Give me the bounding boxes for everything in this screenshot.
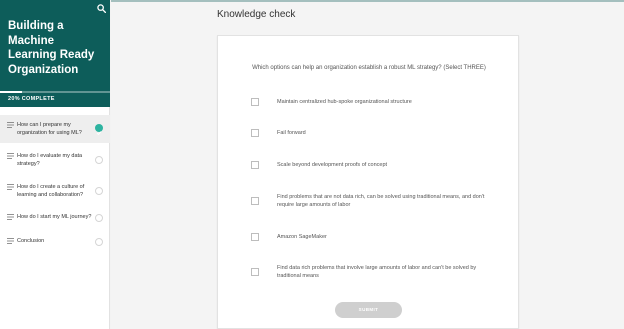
answer-checkbox[interactable] [251, 268, 259, 276]
answer-checkbox[interactable] [251, 233, 259, 241]
lesson-label: Conclusion [17, 238, 45, 244]
progress-bar-fill [0, 91, 22, 93]
answer-option[interactable]: Find problems that are not data rich, ca… [251, 192, 491, 210]
lesson-item-prepare-organization[interactable]: How can I prepare my organization for us… [0, 115, 110, 143]
question-text: Which options can help an organization e… [252, 65, 486, 71]
lesson-list-icon [7, 184, 14, 190]
answer-label: Find data rich problems that involve lar… [277, 265, 477, 279]
answer-checkbox[interactable] [251, 98, 259, 106]
answer-label: Find problems that are not data rich, ca… [277, 194, 485, 208]
lesson-list-icon [7, 153, 14, 159]
course-title: Building a Machine Learning Ready Organi… [8, 20, 95, 76]
lesson-list-icon [7, 122, 14, 128]
lesson-incomplete-circle-icon [95, 156, 103, 164]
sidebar: Building a Machine Learning Ready Organi… [0, 0, 110, 329]
main-content: Knowledge check Which options can help a… [111, 0, 624, 329]
lesson-list-icon [7, 238, 14, 244]
lesson-item-evaluate-data-strategy[interactable]: How do I evaluate my data strategy? [0, 147, 110, 171]
lesson-list-icon [7, 214, 14, 220]
answer-option[interactable]: Scale beyond development proofs of conce… [251, 160, 491, 170]
progress-bar [0, 91, 110, 93]
lesson-complete-check-icon [95, 124, 103, 136]
answer-option[interactable]: Maintain centralized hub-spoke organizat… [251, 97, 491, 107]
top-accent-line [111, 0, 624, 2]
lesson-label: How do I create a culture of learning an… [17, 184, 85, 198]
answer-label: Fail forward [277, 130, 306, 136]
answer-label: Maintain centralized hub-spoke organizat… [277, 99, 412, 105]
lesson-incomplete-circle-icon [95, 187, 103, 195]
answer-option[interactable]: Find data rich problems that involve lar… [251, 263, 491, 281]
answer-label: Amazon SageMaker [277, 234, 327, 240]
knowledge-check-card: Which options can help an organization e… [217, 35, 519, 329]
answer-label: Scale beyond development proofs of conce… [277, 162, 388, 168]
sidebar-header: Building a Machine Learning Ready Organi… [0, 0, 110, 107]
lesson-incomplete-circle-icon [95, 238, 103, 246]
submit-button[interactable]: SUBMIT [335, 302, 402, 318]
lesson-label: How do I start my ML journey? [17, 214, 92, 220]
lesson-label: How can I prepare my organization for us… [17, 122, 82, 136]
answer-checkbox[interactable] [251, 129, 259, 137]
lesson-label: How do I evaluate my data strategy? [17, 153, 83, 167]
lesson-item-conclusion[interactable]: Conclusion [0, 235, 110, 249]
answer-option[interactable]: Fail forward [251, 128, 491, 138]
page-title: Knowledge check [217, 9, 296, 20]
answer-option[interactable]: Amazon SageMaker [251, 232, 491, 242]
progress-label: 20% COMPLETE [8, 96, 55, 102]
lesson-item-start-ml-journey[interactable]: How do I start my ML journey? [0, 211, 110, 225]
search-icon[interactable] [97, 4, 106, 13]
lesson-item-culture-of-learning[interactable]: How do I create a culture of learning an… [0, 178, 110, 202]
answer-checkbox[interactable] [251, 197, 259, 205]
answer-checkbox[interactable] [251, 161, 259, 169]
lesson-incomplete-circle-icon [95, 214, 103, 222]
